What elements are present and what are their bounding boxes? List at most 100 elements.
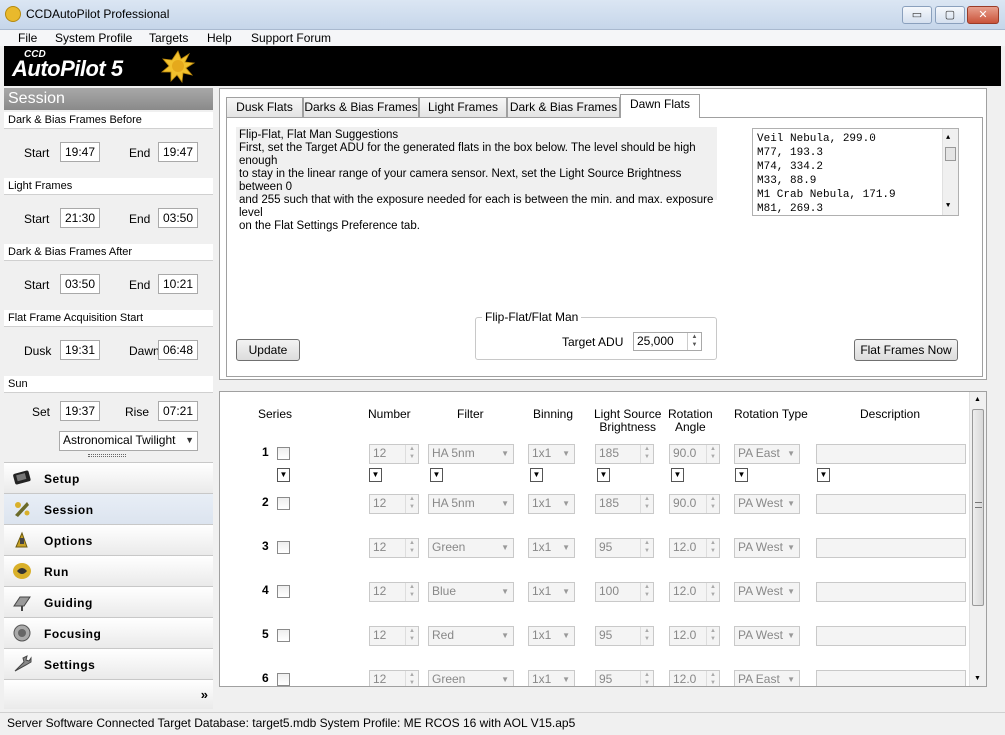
menu-support-forum[interactable]: Support Forum — [251, 31, 331, 45]
close-button[interactable]: ✕ — [967, 6, 999, 24]
menu-help[interactable]: Help — [207, 31, 232, 45]
copy-down-button[interactable]: ▼ — [369, 468, 382, 482]
target-adu-stepper[interactable]: 25,000 ▲ ▼ — [633, 332, 702, 351]
copy-down-button[interactable]: ▼ — [277, 468, 290, 482]
twilight-select[interactable]: Astronomical Twilight ▼ — [59, 431, 198, 451]
nav-options[interactable]: Options — [4, 524, 213, 555]
series-scrollbar[interactable]: ▲ ▼ — [969, 392, 986, 686]
series-checkbox[interactable] — [277, 585, 290, 598]
binning-select[interactable]: 1x1 ▼ — [528, 494, 575, 514]
spin-arrows-icon[interactable]: ▲ ▼ — [405, 583, 418, 601]
rotation-type-select[interactable]: PA West ▼ — [734, 626, 800, 646]
spin-arrows-icon[interactable]: ▲ ▼ — [405, 627, 418, 645]
spin-arrows-icon[interactable]: ▲ ▼ — [706, 445, 719, 463]
binning-select[interactable]: 1x1 ▼ — [528, 444, 575, 464]
series-checkbox[interactable] — [277, 497, 290, 510]
menu-targets[interactable]: Targets — [149, 31, 188, 45]
menu-system-profile[interactable]: System Profile — [55, 31, 132, 45]
copy-down-button[interactable]: ▼ — [430, 468, 443, 482]
splitter-grip[interactable] — [88, 454, 126, 457]
spin-arrows-icon[interactable]: ▲ ▼ — [405, 671, 418, 686]
number-stepper[interactable]: 12 ▲ ▼ — [369, 626, 419, 646]
copy-down-button[interactable]: ▼ — [530, 468, 543, 482]
spin-arrows-icon[interactable]: ▲ ▼ — [706, 539, 719, 557]
update-button[interactable]: Update — [236, 339, 300, 361]
number-stepper[interactable]: 12 ▲ ▼ — [369, 670, 419, 686]
filter-select[interactable]: HA 5nm ▼ — [428, 444, 514, 464]
angle-stepper[interactable]: 90.0 ▲ ▼ — [669, 444, 720, 464]
expand-nav-button[interactable]: » — [201, 687, 208, 702]
spin-arrows-icon[interactable]: ▲ ▼ — [687, 333, 701, 350]
nav-run[interactable]: Run — [4, 555, 213, 586]
description-input[interactable] — [816, 494, 966, 514]
spin-arrows-icon[interactable]: ▲ ▼ — [640, 583, 653, 601]
scroll-up-icon[interactable]: ▲ — [946, 131, 950, 145]
maximize-button[interactable]: ▢ — [935, 6, 965, 24]
tab-darks-bias[interactable]: Darks & Bias Frames — [303, 97, 419, 117]
rotation-type-select[interactable]: PA East ▼ — [734, 670, 800, 686]
tab-dark-bias-after[interactable]: Dark & Bias Frames — [507, 97, 620, 117]
angle-stepper[interactable]: 12.0 ▲ ▼ — [669, 670, 720, 686]
rotation-type-select[interactable]: PA West ▼ — [734, 494, 800, 514]
light-start-input[interactable]: 21:30 — [60, 208, 100, 228]
series-checkbox[interactable] — [277, 447, 290, 460]
list-item[interactable]: M1 Crab Nebula, 171.9 — [757, 188, 954, 202]
list-item[interactable]: M74, 334.2 — [757, 160, 954, 174]
number-stepper[interactable]: 12 ▲ ▼ — [369, 538, 419, 558]
series-checkbox[interactable] — [277, 541, 290, 554]
nav-setup[interactable]: Setup — [4, 462, 213, 493]
brightness-stepper[interactable]: 95 ▲ ▼ — [595, 670, 654, 686]
angle-stepper[interactable]: 90.0 ▲ ▼ — [669, 494, 720, 514]
sunset-input[interactable]: 19:37 — [60, 401, 100, 421]
tab-light-frames[interactable]: Light Frames — [419, 97, 507, 117]
number-stepper[interactable]: 12 ▲ ▼ — [369, 582, 419, 602]
nav-focusing[interactable]: Focusing — [4, 617, 213, 648]
filter-select[interactable]: Green ▼ — [428, 538, 514, 558]
spin-arrows-icon[interactable]: ▲ ▼ — [405, 445, 418, 463]
dark-after-end-input[interactable]: 10:21 — [158, 274, 198, 294]
scroll-down-icon[interactable]: ▼ — [974, 675, 981, 682]
description-input[interactable] — [816, 582, 966, 602]
nav-guiding[interactable]: Guiding — [4, 586, 213, 617]
binning-select[interactable]: 1x1 ▼ — [528, 582, 575, 602]
binning-select[interactable]: 1x1 ▼ — [528, 626, 575, 646]
brightness-stepper[interactable]: 100 ▲ ▼ — [595, 582, 654, 602]
brightness-stepper[interactable]: 95 ▲ ▼ — [595, 538, 654, 558]
spin-arrows-icon[interactable]: ▲ ▼ — [640, 671, 653, 686]
brightness-stepper[interactable]: 95 ▲ ▼ — [595, 626, 654, 646]
nav-session[interactable]: Session — [4, 493, 213, 524]
spin-arrows-icon[interactable]: ▲ ▼ — [405, 539, 418, 557]
scroll-up-icon[interactable]: ▲ — [974, 396, 981, 403]
sunrise-input[interactable]: 07:21 — [158, 401, 198, 421]
menu-file[interactable]: File — [18, 31, 37, 45]
binning-select[interactable]: 1x1 ▼ — [528, 670, 575, 686]
angle-stepper[interactable]: 12.0 ▲ ▼ — [669, 538, 720, 558]
spin-arrows-icon[interactable]: ▲ ▼ — [706, 583, 719, 601]
spin-arrows-icon[interactable]: ▲ ▼ — [706, 495, 719, 513]
spin-arrows-icon[interactable]: ▲ ▼ — [405, 495, 418, 513]
flat-frames-now-button[interactable]: Flat Frames Now — [854, 339, 958, 361]
number-stepper[interactable]: 12 ▲ ▼ — [369, 444, 419, 464]
spin-arrows-icon[interactable]: ▲ ▼ — [640, 627, 653, 645]
dark-after-start-input[interactable]: 03:50 — [60, 274, 100, 294]
filter-select[interactable]: Green ▼ — [428, 670, 514, 686]
dusk-input[interactable]: 19:31 — [60, 340, 100, 360]
list-item[interactable]: M77, 193.3 — [757, 146, 954, 160]
number-stepper[interactable]: 12 ▲ ▼ — [369, 494, 419, 514]
rotation-type-select[interactable]: PA West ▼ — [734, 538, 800, 558]
rotation-type-select[interactable]: PA West ▼ — [734, 582, 800, 602]
binning-select[interactable]: 1x1 ▼ — [528, 538, 575, 558]
spin-arrows-icon[interactable]: ▲ ▼ — [640, 495, 653, 513]
description-input[interactable] — [816, 444, 966, 464]
copy-down-button[interactable]: ▼ — [735, 468, 748, 482]
scroll-down-icon[interactable]: ▼ — [946, 199, 950, 213]
rotation-type-select[interactable]: PA East ▼ — [734, 444, 800, 464]
angle-stepper[interactable]: 12.0 ▲ ▼ — [669, 582, 720, 602]
description-input[interactable] — [816, 538, 966, 558]
spin-arrows-icon[interactable]: ▲ ▼ — [640, 445, 653, 463]
copy-down-button[interactable]: ▼ — [597, 468, 610, 482]
scroll-thumb[interactable] — [972, 409, 984, 606]
copy-down-button[interactable]: ▼ — [671, 468, 684, 482]
tab-dawn-flats[interactable]: Dawn Flats — [620, 94, 700, 118]
list-item[interactable]: M33, 88.9 — [757, 174, 954, 188]
